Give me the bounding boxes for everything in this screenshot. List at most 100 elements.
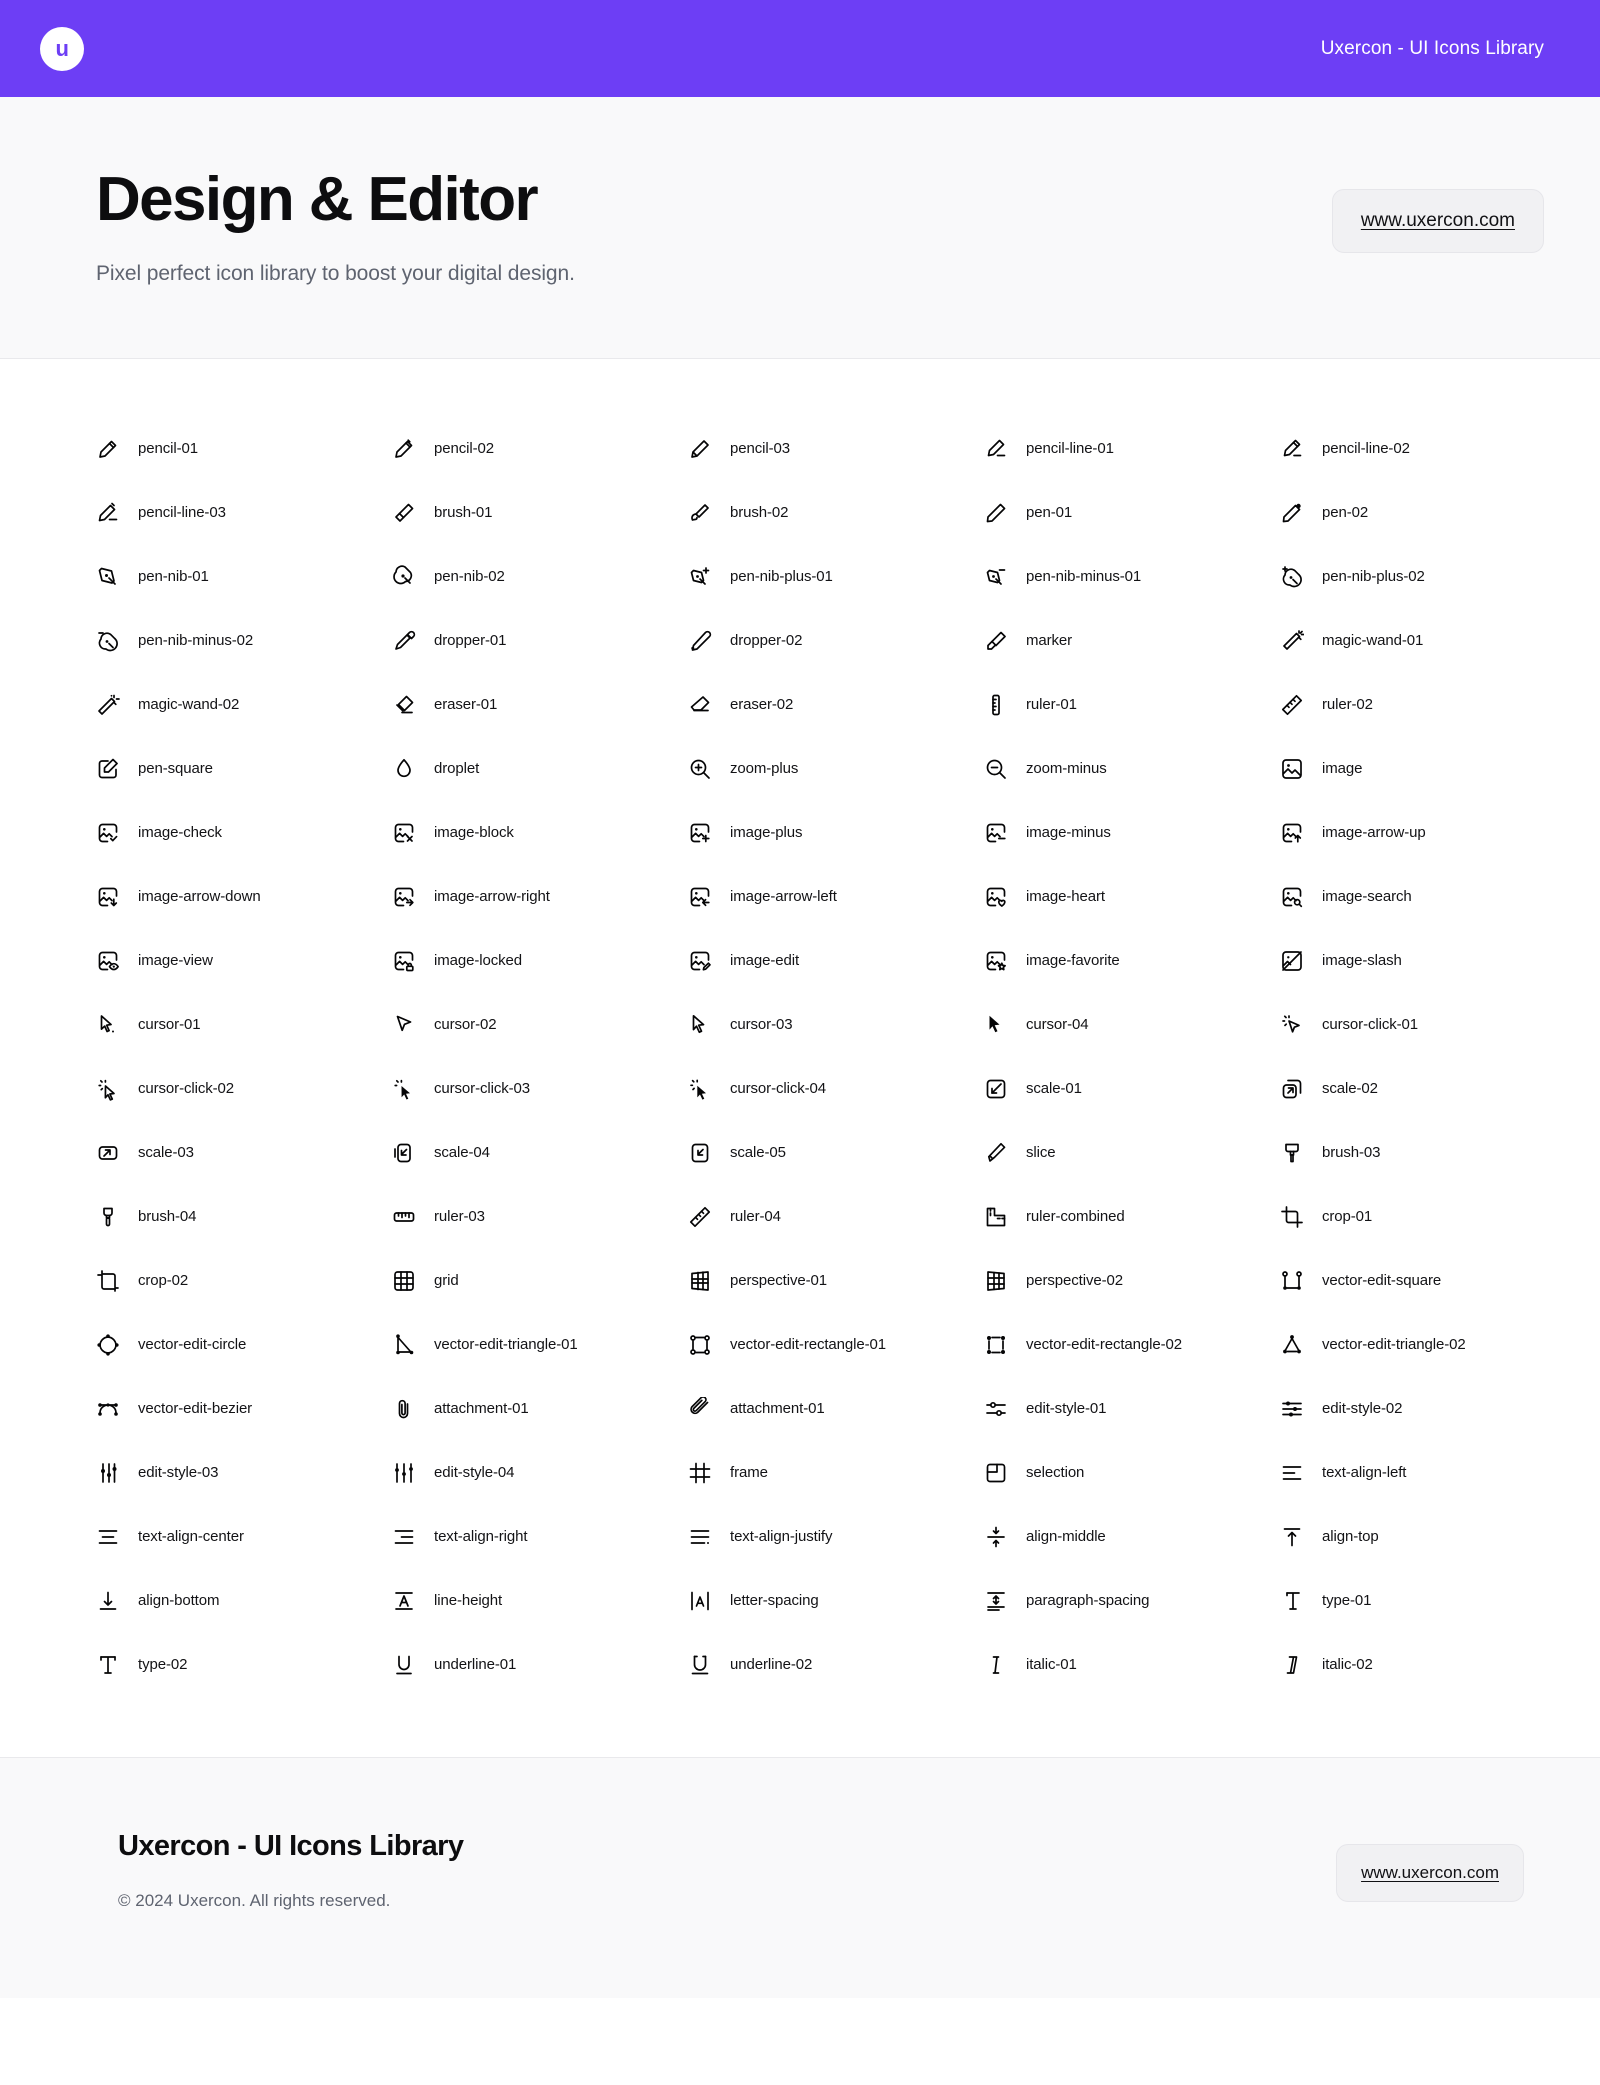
icon-cell[interactable]: type-02 — [60, 1633, 356, 1697]
icon-cell[interactable]: zoom-plus — [652, 737, 948, 801]
icon-cell[interactable]: pen-nib-plus-02 — [1244, 545, 1540, 609]
icon-cell[interactable]: ruler-04 — [652, 1185, 948, 1249]
icon-cell[interactable]: brush-02 — [652, 481, 948, 545]
icon-cell[interactable]: line-height — [356, 1569, 652, 1633]
icon-cell[interactable]: pencil-02 — [356, 417, 652, 481]
icon-cell[interactable]: type-01 — [1244, 1569, 1540, 1633]
icon-cell[interactable]: scale-01 — [948, 1057, 1244, 1121]
icon-cell[interactable]: attachment-01 — [652, 1377, 948, 1441]
icon-cell[interactable]: zoom-minus — [948, 737, 1244, 801]
icon-cell[interactable]: image-plus — [652, 801, 948, 865]
icon-cell[interactable]: pen-nib-minus-02 — [60, 609, 356, 673]
icon-cell[interactable]: text-align-left — [1244, 1441, 1540, 1505]
icon-cell[interactable]: paragraph-spacing — [948, 1569, 1244, 1633]
icon-cell[interactable]: pencil-line-02 — [1244, 417, 1540, 481]
icon-cell[interactable]: magic-wand-02 — [60, 673, 356, 737]
icon-cell[interactable]: magic-wand-01 — [1244, 609, 1540, 673]
icon-cell[interactable]: scale-02 — [1244, 1057, 1540, 1121]
icon-cell[interactable]: eraser-02 — [652, 673, 948, 737]
uxercon-logo-icon[interactable]: u — [40, 26, 84, 71]
icon-cell[interactable]: text-align-right — [356, 1505, 652, 1569]
icon-cell[interactable]: image-minus — [948, 801, 1244, 865]
icon-cell[interactable]: slice — [948, 1121, 1244, 1185]
icon-cell[interactable]: ruler-02 — [1244, 673, 1540, 737]
icon-cell[interactable]: vector-edit-circle — [60, 1313, 356, 1377]
icon-cell[interactable]: edit-style-02 — [1244, 1377, 1540, 1441]
icon-cell[interactable]: vector-edit-triangle-02 — [1244, 1313, 1540, 1377]
icon-cell[interactable]: scale-04 — [356, 1121, 652, 1185]
icon-cell[interactable]: image-slash — [1244, 929, 1540, 993]
icon-cell[interactable]: marker — [948, 609, 1244, 673]
icon-cell[interactable]: pen-02 — [1244, 481, 1540, 545]
footer-website-link[interactable]: www.uxercon.com — [1336, 1843, 1524, 1902]
icon-cell[interactable]: crop-02 — [60, 1249, 356, 1313]
icon-cell[interactable]: cursor-click-03 — [356, 1057, 652, 1121]
icon-cell[interactable]: brush-04 — [60, 1185, 356, 1249]
hero-website-link[interactable]: www.uxercon.com — [1331, 189, 1544, 253]
icon-cell[interactable]: cursor-03 — [652, 993, 948, 1057]
icon-cell[interactable]: eraser-01 — [356, 673, 652, 737]
icon-cell[interactable]: attachment-01 — [356, 1377, 652, 1441]
icon-cell[interactable]: ruler-combined — [948, 1185, 1244, 1249]
icon-cell[interactable]: pen-nib-01 — [60, 545, 356, 609]
icon-cell[interactable]: brush-03 — [1244, 1121, 1540, 1185]
icon-cell[interactable]: italic-01 — [948, 1633, 1244, 1697]
icon-cell[interactable]: dropper-02 — [652, 609, 948, 673]
icon-cell[interactable]: image — [1244, 737, 1540, 801]
icon-cell[interactable]: scale-03 — [60, 1121, 356, 1185]
icon-cell[interactable]: image-locked — [356, 929, 652, 993]
icon-cell[interactable]: image-view — [60, 929, 356, 993]
icon-cell[interactable]: pen-nib-plus-01 — [652, 545, 948, 609]
icon-cell[interactable]: brush-01 — [356, 481, 652, 545]
icon-cell[interactable]: edit-style-03 — [60, 1441, 356, 1505]
icon-cell[interactable]: cursor-02 — [356, 993, 652, 1057]
icon-cell[interactable]: edit-style-01 — [948, 1377, 1244, 1441]
icon-cell[interactable]: align-top — [1244, 1505, 1540, 1569]
icon-cell[interactable]: vector-edit-rectangle-01 — [652, 1313, 948, 1377]
icon-cell[interactable]: underline-02 — [652, 1633, 948, 1697]
icon-cell[interactable]: ruler-01 — [948, 673, 1244, 737]
icon-cell[interactable]: cursor-01 — [60, 993, 356, 1057]
icon-cell[interactable]: pen-nib-02 — [356, 545, 652, 609]
icon-cell[interactable]: droplet — [356, 737, 652, 801]
icon-cell[interactable]: cursor-04 — [948, 993, 1244, 1057]
icon-cell[interactable]: pencil-line-03 — [60, 481, 356, 545]
icon-cell[interactable]: edit-style-04 — [356, 1441, 652, 1505]
icon-cell[interactable]: vector-edit-bezier — [60, 1377, 356, 1441]
icon-cell[interactable]: image-heart — [948, 865, 1244, 929]
icon-cell[interactable]: frame — [652, 1441, 948, 1505]
icon-cell[interactable]: vector-edit-triangle-01 — [356, 1313, 652, 1377]
icon-cell[interactable]: pencil-line-01 — [948, 417, 1244, 481]
icon-cell[interactable]: image-edit — [652, 929, 948, 993]
icon-cell[interactable]: italic-02 — [1244, 1633, 1540, 1697]
icon-cell[interactable]: image-favorite — [948, 929, 1244, 993]
icon-cell[interactable]: pencil-01 — [60, 417, 356, 481]
icon-cell[interactable]: text-align-justify — [652, 1505, 948, 1569]
icon-cell[interactable]: image-arrow-up — [1244, 801, 1540, 865]
icon-cell[interactable]: image-arrow-left — [652, 865, 948, 929]
icon-cell[interactable]: underline-01 — [356, 1633, 652, 1697]
icon-cell[interactable]: image-search — [1244, 865, 1540, 929]
icon-cell[interactable]: pen-01 — [948, 481, 1244, 545]
icon-cell[interactable]: perspective-02 — [948, 1249, 1244, 1313]
icon-cell[interactable]: dropper-01 — [356, 609, 652, 673]
icon-cell[interactable]: image-block — [356, 801, 652, 865]
icon-cell[interactable]: selection — [948, 1441, 1244, 1505]
icon-cell[interactable]: align-bottom — [60, 1569, 356, 1633]
icon-cell[interactable]: letter-spacing — [652, 1569, 948, 1633]
icon-cell[interactable]: pen-nib-minus-01 — [948, 545, 1244, 609]
icon-cell[interactable]: pen-square — [60, 737, 356, 801]
icon-cell[interactable]: pencil-03 — [652, 417, 948, 481]
icon-cell[interactable]: scale-05 — [652, 1121, 948, 1185]
icon-cell[interactable]: cursor-click-01 — [1244, 993, 1540, 1057]
icon-cell[interactable]: ruler-03 — [356, 1185, 652, 1249]
icon-cell[interactable]: vector-edit-rectangle-02 — [948, 1313, 1244, 1377]
icon-cell[interactable]: crop-01 — [1244, 1185, 1540, 1249]
icon-cell[interactable]: text-align-center — [60, 1505, 356, 1569]
icon-cell[interactable]: vector-edit-square — [1244, 1249, 1540, 1313]
icon-cell[interactable]: image-arrow-right — [356, 865, 652, 929]
icon-cell[interactable]: grid — [356, 1249, 652, 1313]
icon-cell[interactable]: align-middle — [948, 1505, 1244, 1569]
icon-cell[interactable]: image-arrow-down — [60, 865, 356, 929]
icon-cell[interactable]: cursor-click-04 — [652, 1057, 948, 1121]
